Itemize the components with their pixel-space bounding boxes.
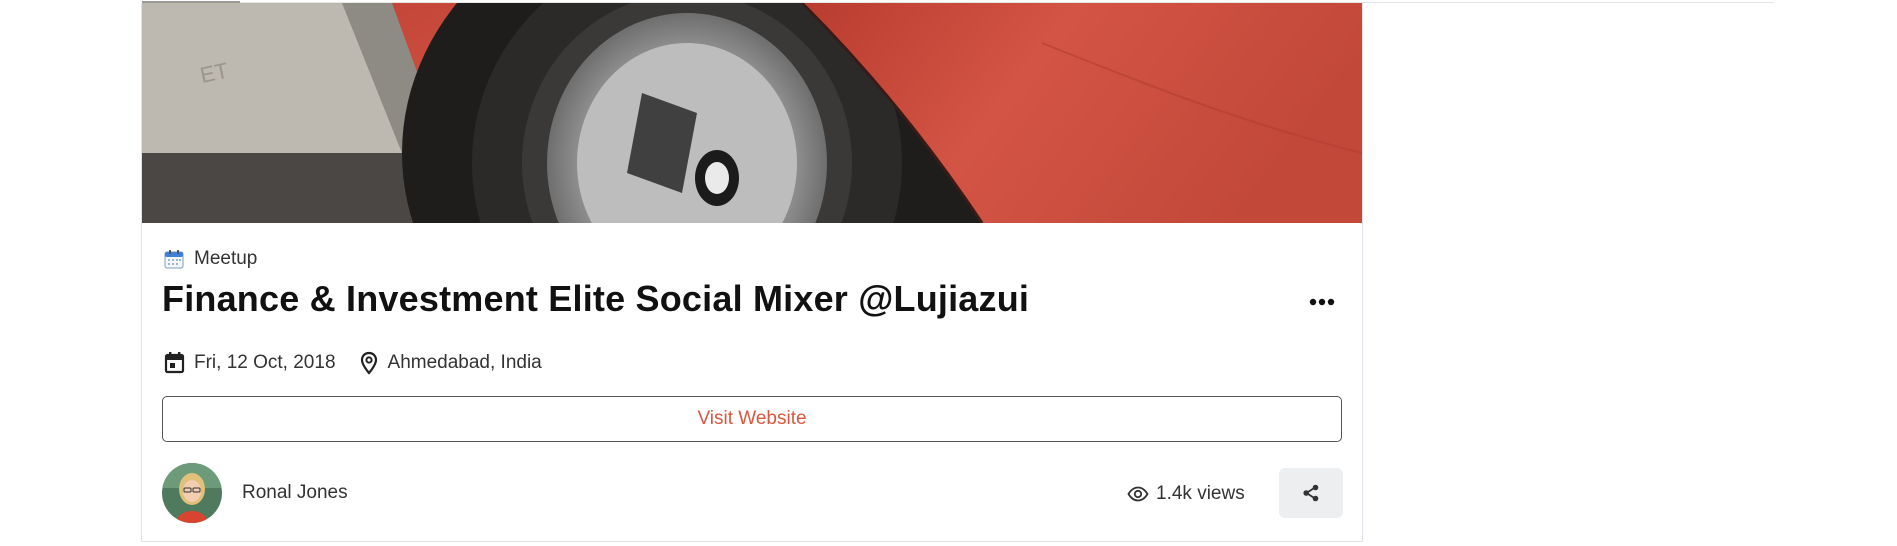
view-count: 1.4k views: [1127, 483, 1245, 505]
share-button[interactable]: [1279, 468, 1343, 518]
more-horizontal-icon: [1309, 298, 1335, 306]
share-icon: [1303, 484, 1319, 502]
event-cover-image: ET: [142, 3, 1362, 223]
eye-icon: [1127, 486, 1149, 502]
author-name[interactable]: Ronal Jones: [242, 482, 348, 504]
event-title[interactable]: Finance & Investment Elite Social Mixer …: [162, 278, 1029, 320]
event-author[interactable]: Ronal Jones: [162, 463, 348, 523]
event-category-label: Meetup: [194, 248, 258, 269]
event-location: Ahmedabad, India: [387, 352, 542, 373]
event-card: ET Meetup Finance & Investment Elite Soc…: [141, 3, 1363, 542]
view-count-label: 1.4k views: [1156, 483, 1245, 504]
event-category: Meetup: [164, 247, 257, 271]
calendar-emoji-icon: [164, 250, 184, 269]
event-date: Fri, 12 Oct, 2018: [194, 352, 336, 373]
map-pin-icon: [360, 351, 377, 375]
calendar-icon: [164, 352, 185, 374]
visit-website-button[interactable]: Visit Website: [162, 396, 1342, 442]
avatar[interactable]: [162, 463, 222, 523]
event-meta: Fri, 12 Oct, 2018 Ahmedabad, India: [164, 349, 542, 377]
more-options-button[interactable]: [1302, 287, 1342, 317]
